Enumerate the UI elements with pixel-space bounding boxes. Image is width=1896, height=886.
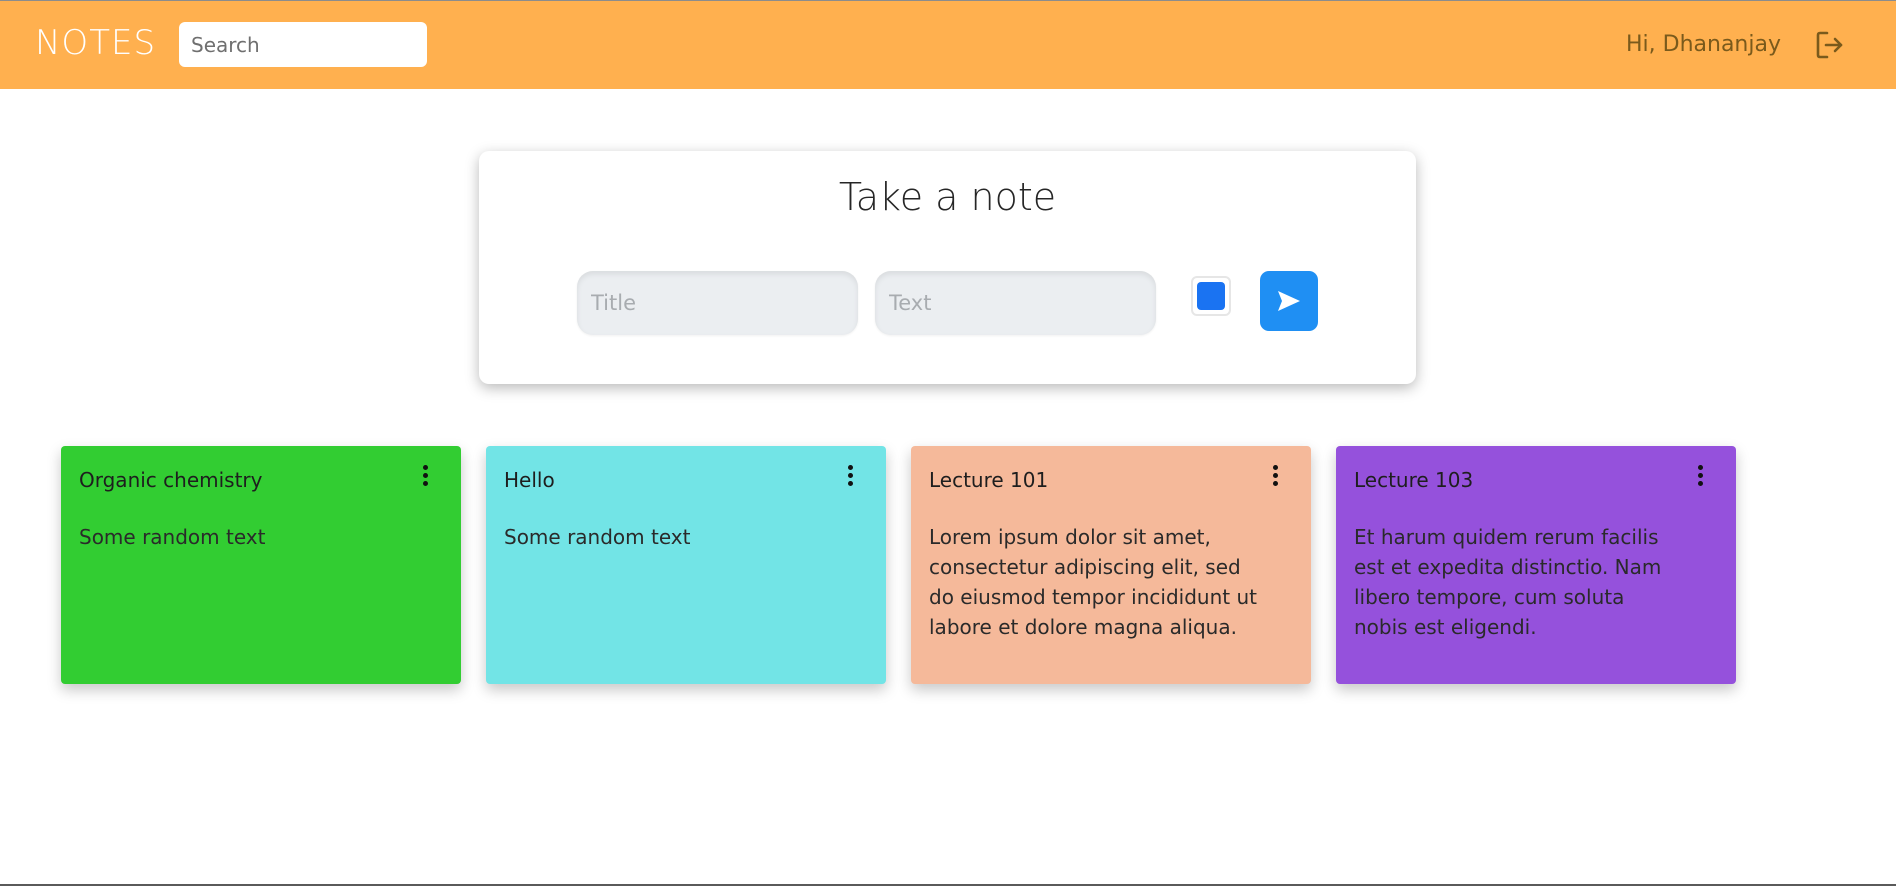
navbar: NOTES Hi, Dhananjay [0, 0, 1896, 89]
brand-logo[interactable]: NOTES [35, 23, 156, 63]
selected-color-swatch [1197, 282, 1225, 310]
note-card[interactable]: Lecture 101 Lorem ipsum dolor sit amet, … [911, 446, 1311, 684]
note-composer: Take a note [479, 151, 1416, 384]
note-title-input[interactable] [577, 271, 858, 335]
note-title: Lecture 103 [1354, 468, 1474, 492]
note-text-input[interactable] [875, 271, 1156, 335]
more-options-icon[interactable] [844, 464, 856, 488]
search-input[interactable] [179, 22, 427, 67]
note-card[interactable]: Organic chemistry Some random text [61, 446, 461, 684]
note-text: Some random text [79, 525, 266, 549]
note-card[interactable]: Hello Some random text [486, 446, 886, 684]
more-options-icon[interactable] [1269, 464, 1281, 488]
user-greeting: Hi, Dhananjay [1626, 32, 1781, 57]
note-title: Organic chemistry [79, 468, 263, 492]
logout-icon [1816, 31, 1843, 59]
note-text: Some random text [504, 525, 691, 549]
add-note-button[interactable] [1260, 271, 1318, 331]
color-picker[interactable] [1191, 276, 1231, 316]
note-text: Lorem ipsum dolor sit amet, consectetur … [929, 525, 1257, 639]
note-title: Lecture 101 [929, 468, 1049, 492]
note-text: Et harum quidem rerum facilis est et exp… [1354, 525, 1662, 639]
more-options-icon[interactable] [419, 464, 431, 488]
note-title: Hello [504, 468, 555, 492]
note-card[interactable]: Lecture 103 Et harum quidem rerum facili… [1336, 446, 1736, 684]
logout-button[interactable] [1815, 29, 1845, 61]
send-icon [1278, 291, 1300, 311]
composer-heading: Take a note [838, 175, 1057, 219]
more-options-icon[interactable] [1694, 464, 1706, 488]
